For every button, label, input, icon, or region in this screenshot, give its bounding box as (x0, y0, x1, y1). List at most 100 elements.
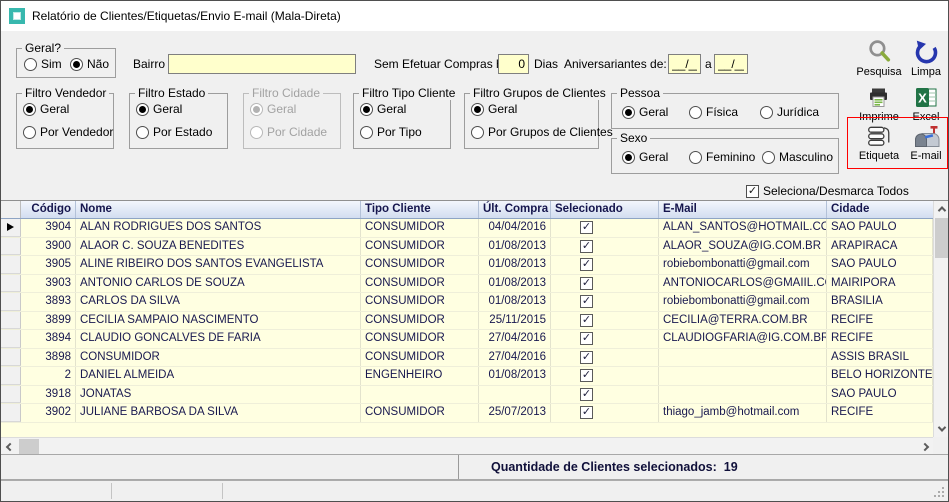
select-all-label: Seleciona/Desmarca Todos (763, 184, 909, 198)
scroll-right-button[interactable] (916, 438, 933, 455)
radio-label: Por Vendedor (40, 125, 113, 139)
col-header-tipo-cliente[interactable]: Tipo Cliente (361, 201, 479, 218)
checkbox-icon: ✓ (746, 185, 759, 198)
radio-label: Geral (488, 102, 517, 116)
row-checkbox[interactable]: ✓ (580, 221, 593, 234)
radio-icon (24, 58, 37, 71)
chevron-up-icon (937, 206, 945, 214)
row-checkbox[interactable]: ✓ (580, 258, 593, 271)
limpa-button[interactable]: Limpa (905, 37, 947, 78)
pesquisa-button[interactable]: Pesquisa (851, 37, 907, 78)
cell-email (659, 349, 827, 367)
radio-pessoa-fisica[interactable]: Física (689, 105, 738, 119)
radio-icon (136, 126, 149, 139)
sem-compras-input[interactable] (498, 54, 529, 74)
radio-por-vendedor[interactable]: Por Vendedor (23, 125, 113, 139)
cell-cidade: RECIFE (827, 312, 933, 330)
table-row[interactable]: 2 DANIEL ALMEIDA ENGENHEIRO 01/08/2013 ✓… (1, 367, 933, 386)
table-row[interactable]: 3905 ALINE RIBEIRO DOS SANTOS EVANGELIST… (1, 256, 933, 275)
col-header-cidade[interactable]: Cidade (827, 201, 948, 218)
row-checkbox[interactable]: ✓ (580, 314, 593, 327)
table-row[interactable]: 3904 ALAN RODRIGUES DOS SANTOS CONSUMIDO… (1, 219, 933, 238)
row-checkbox[interactable]: ✓ (580, 295, 593, 308)
cell-cidade: MAIRIPORA (827, 275, 933, 293)
email-button[interactable]: E-mail (905, 121, 947, 162)
col-header-ult-compra[interactable]: Últ. Compra (479, 201, 551, 218)
radio-grupos-geral[interactable]: Geral (471, 102, 517, 116)
cell-email: robiebombonatti@gmail.com (659, 293, 827, 311)
row-checkbox[interactable]: ✓ (580, 369, 593, 382)
vertical-scrollbar[interactable] (933, 201, 948, 437)
vertical-scroll-thumb[interactable] (935, 218, 948, 258)
row-checkbox[interactable]: ✓ (580, 240, 593, 253)
cell-nome: ALAN RODRIGUES DOS SANTOS (76, 219, 361, 237)
radio-sexo-feminino[interactable]: Feminino (689, 150, 755, 164)
col-header-codigo[interactable]: Código (21, 201, 76, 218)
scroll-up-button[interactable] (934, 201, 949, 217)
radio-sexo-masculino[interactable]: Masculino (762, 150, 833, 164)
horizontal-scroll-thumb[interactable] (19, 439, 39, 454)
cell-nome: DANIEL ALMEIDA (76, 367, 361, 385)
cell-cidade: SAO PAULO (827, 256, 933, 274)
selected-count-label: Quantidade de Clientes selecionados: (491, 460, 717, 474)
table-row[interactable]: 3899 CECILIA SAMPAIO NASCIMENTO CONSUMID… (1, 312, 933, 331)
scroll-down-button[interactable] (934, 421, 949, 437)
cell-cidade: BELO HORIZONTE (827, 367, 933, 385)
horizontal-scrollbar[interactable] (1, 437, 933, 454)
scroll-left-button[interactable] (1, 438, 18, 455)
groupbox-pessoa: Pessoa Geral Física Jurídica (611, 93, 839, 129)
groupbox-filtro-grupos: Filtro Grupos de Clientes Geral Por Grup… (464, 93, 599, 149)
cell-tipo-cliente: CONSUMIDOR (361, 293, 479, 311)
aniversariantes-a-input[interactable] (714, 54, 748, 74)
table-row[interactable]: 3902 JULIANE BARBOSA DA SILVA CONSUMIDOR… (1, 404, 933, 423)
cell-ult-compra: 01/08/2013 (479, 238, 551, 256)
groupbox-title: Filtro Vendedor (22, 86, 109, 100)
col-header-email[interactable]: E-Mail (659, 201, 827, 218)
cell-ult-compra: 25/07/2013 (479, 404, 551, 422)
row-indicator (1, 330, 21, 348)
radio-geral-nao[interactable]: Não (70, 57, 109, 71)
radio-vendedor-geral[interactable]: Geral (23, 102, 69, 116)
bairro-input[interactable] (168, 54, 356, 74)
table-row[interactable]: 3903 ANTONIO CARLOS DE SOUZA CONSUMIDOR … (1, 275, 933, 294)
cell-ult-compra: 04/04/2016 (479, 219, 551, 237)
radio-icon (70, 58, 83, 71)
table-row[interactable]: 3900 ALAOR C. SOUZA BENEDITES CONSUMIDOR… (1, 238, 933, 257)
row-checkbox[interactable]: ✓ (580, 277, 593, 290)
resize-grip[interactable] (942, 495, 944, 497)
clients-grid: Código Nome Tipo Cliente Últ. Compra Sel… (1, 200, 948, 454)
etiqueta-button[interactable]: Etiqueta (851, 121, 907, 162)
row-checkbox[interactable]: ✓ (580, 351, 593, 364)
cell-tipo-cliente: ENGENHEIRO (361, 367, 479, 385)
radio-icon (471, 103, 484, 116)
radio-icon (360, 126, 373, 139)
radio-geral-sim[interactable]: Sim (24, 57, 62, 71)
select-all-checkbox[interactable]: ✓ Seleciona/Desmarca Todos (746, 184, 909, 198)
mailbox-icon (913, 121, 940, 149)
radio-por-grupos[interactable]: Por Grupos de Clientes (471, 125, 613, 139)
radio-label: Por Estado (153, 125, 212, 139)
radio-tipo-geral[interactable]: Geral (360, 102, 406, 116)
row-indicator (1, 367, 21, 385)
cell-cidade: RECIFE (827, 404, 933, 422)
radio-pessoa-juridica[interactable]: Jurídica (760, 105, 819, 119)
row-checkbox[interactable]: ✓ (580, 406, 593, 419)
cell-cidade: ASSIS BRASIL (827, 349, 933, 367)
row-checkbox[interactable]: ✓ (580, 388, 593, 401)
radio-pessoa-geral[interactable]: Geral (622, 105, 668, 119)
radio-por-tipo[interactable]: Por Tipo (360, 125, 422, 139)
col-header-nome[interactable]: Nome (76, 201, 361, 218)
row-checkbox[interactable]: ✓ (580, 332, 593, 345)
table-row[interactable]: 3898 CONSUMIDOR CONSUMIDOR 27/04/2016 ✓ … (1, 349, 933, 368)
table-row[interactable]: 3918 JONATAS ✓ SAO PAULO (1, 386, 933, 405)
table-row[interactable]: 3894 CLAUDIO GONCALVES DE FARIA CONSUMID… (1, 330, 933, 349)
table-row[interactable]: 3893 CARLOS DA SILVA CONSUMIDOR 01/08/20… (1, 293, 933, 312)
radio-por-estado[interactable]: Por Estado (136, 125, 212, 139)
aniversariantes-de-input[interactable] (668, 54, 701, 74)
radio-estado-geral[interactable]: Geral (136, 102, 182, 116)
col-header-selecionado[interactable]: Selecionado (551, 201, 659, 218)
cell-codigo: 3904 (21, 219, 76, 237)
printer-icon (867, 82, 891, 110)
radio-sexo-geral[interactable]: Geral (622, 150, 668, 164)
groupbox-title: Filtro Tipo Cliente (359, 86, 458, 100)
